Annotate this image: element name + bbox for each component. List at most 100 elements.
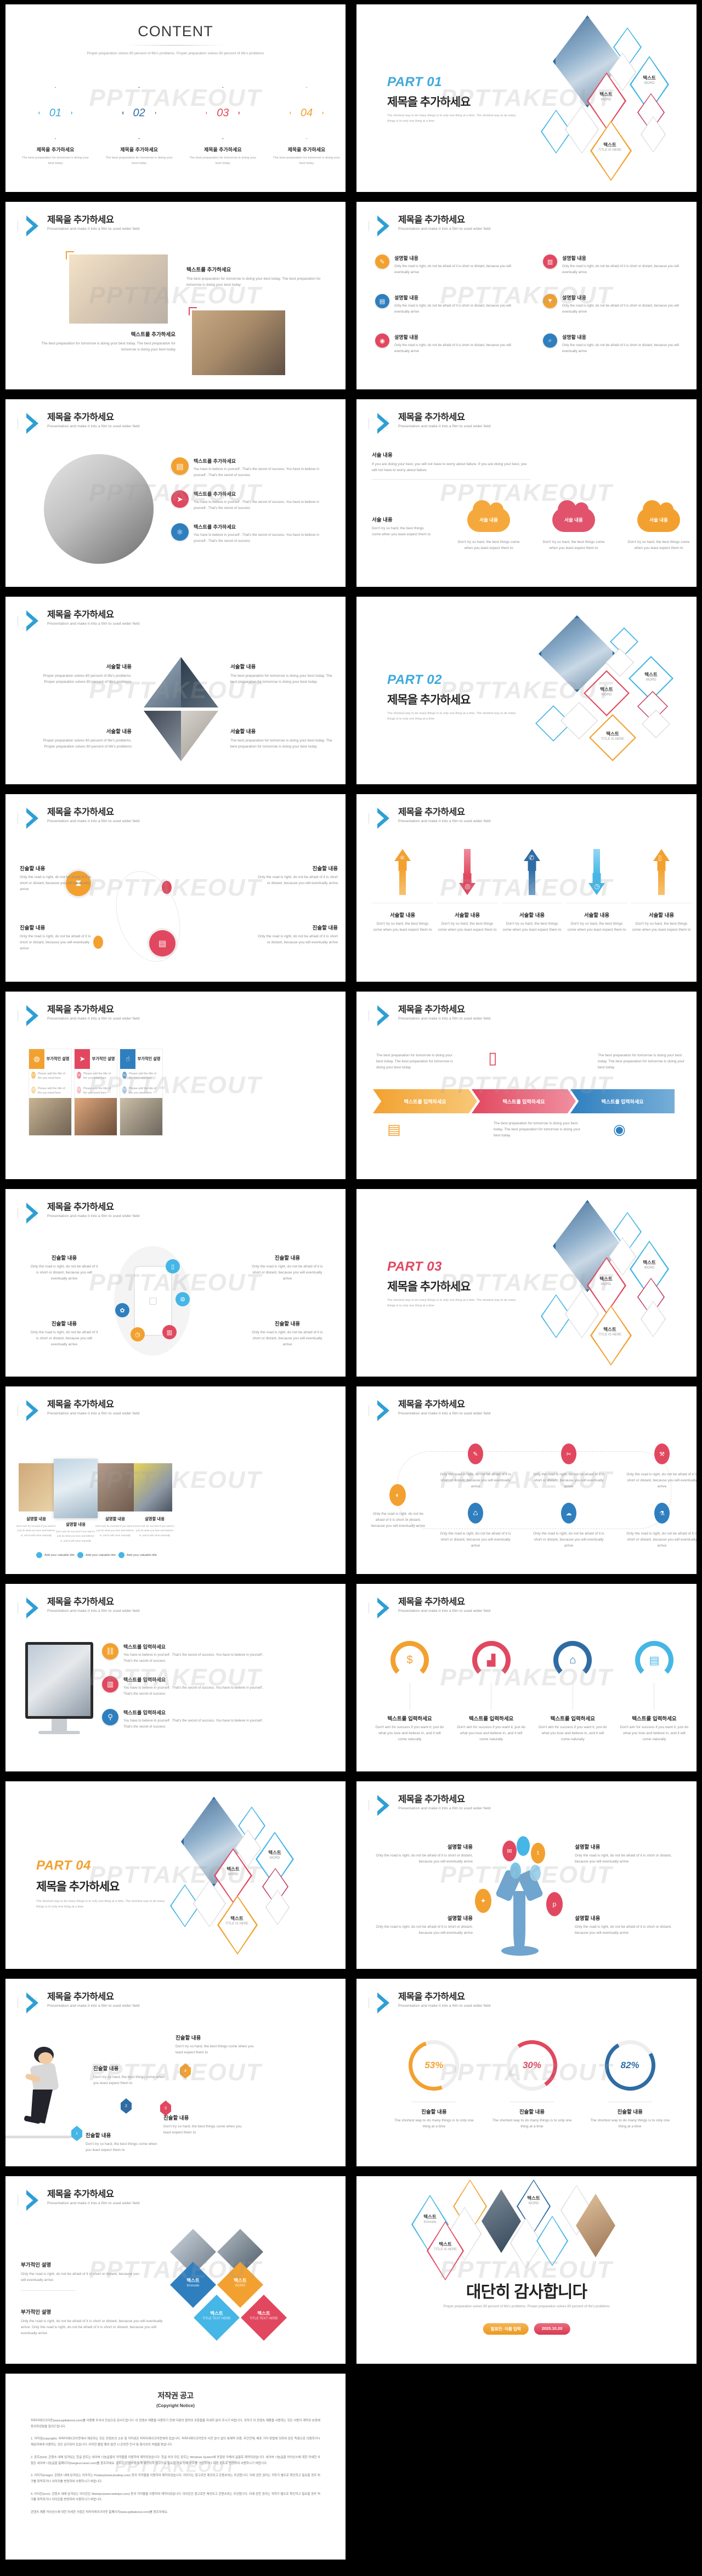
list-item[interactable]: ▤ 설명할 내용 Only the road is right, do not be… [375,294,521,315]
slide-cell-19[interactable]: PPTTAKEOUT PART 04 제목을 추가하세요 The shortes… [0,1777,351,1974]
link-item[interactable]: Add your valuable title [36,1552,75,1558]
slide-cell-4[interactable]: PPTTAKEOUT 제목을 추가하세요 Presentation and ma… [351,197,702,395]
text-block: 설명할 내용 Only the road is right, do not be … [575,1914,677,1937]
slide-cell-21[interactable]: PPTTAKEOUT 제목을 추가하세요 Presentation and mak… [0,1974,351,2172]
slide-cell-12[interactable]: PPTTAKEOUT 제목을 추가하세요 Presentation and mak… [351,987,702,1185]
list-item[interactable]: 02 제목을 추가하세요 The best preparation for to… [104,87,175,167]
text-block: 진술할 내용 Don't try so hard, the best things… [176,2034,258,2056]
date-badge[interactable]: 2020.10.20 [534,2323,570,2335]
diamond-label-text: 텍스트 [606,731,619,737]
gauge-heading: 진술할 내용 [617,2109,643,2115]
slide-cell-16[interactable]: PPTTAKEOUT 제목을 추가하세요 Presentation and mak… [351,1382,702,1579]
diamond-label: 텍스트 WORD [587,1276,625,1286]
list-item[interactable]: ⚛ 텍스트를 추가하세요 You have to believe in yourse… [171,523,330,544]
presenter-badge[interactable]: 발표인: 이름 입력 [483,2323,529,2335]
list-item[interactable]: 서술 내용 Don't try so hard, the best things… [538,500,609,552]
item-heading: 텍스트를 입력하세요 [123,1677,166,1683]
list-item[interactable]: ▥ 텍스트를 입력하세요 You have to believe in yourse… [102,1676,267,1697]
pin-icon: ⚲ [102,1709,118,1726]
slide-cell-18[interactable]: PPTTAKEOUT 제목을 추가하세요 Presentation and mak… [351,1579,702,1777]
banner[interactable]: 텍스트를 입력하세요 [570,1089,675,1113]
blank-area [356,2374,697,2560]
item-number: 01 [49,106,62,119]
timeline-node[interactable]: ⚒ Only the road is right, do not be afrai… [626,1443,697,1490]
list-item[interactable]: ⛓ 텍스트를 입력하세요 You have to believe in yourse… [102,1643,267,1664]
slide-cell-10[interactable]: PPTTAKEOUT 제목을 추가하세요 Presentation and mak… [351,790,702,987]
slide-cell-5[interactable]: PPTTAKEOUT 제목을 추가하세요 Presentation and ma… [0,395,351,592]
slide-cell-20[interactable]: PPTTAKEOUT 제목을 추가하세요 Presentation and mak… [351,1777,702,1974]
slide-clouds: PPTTAKEOUT 제목을 추가하세요 Presentation and ma… [356,399,697,587]
block-body: Don't try so hard, the best things come … [372,526,431,536]
list-item[interactable]: ⚛ 서술할 내용 Don't try so hard, the best thi… [372,849,433,933]
slide-cell-17[interactable]: PPTTAKEOUT 제목을 추가하세요 Presentation and mak… [0,1579,351,1777]
slide-subtitle: Presentation and make it into a film to … [47,424,140,429]
timeline-node[interactable]: ☁ Only the road is right, do not be afrai… [533,1503,604,1549]
slide-cell-24[interactable]: PPTTAKEOUT 텍스트 Innovate 텍스트 TITLE IS HERE … [351,2172,702,2369]
list-item[interactable]: ⌕ 설명할 내용 Only the road is right, do not be… [543,333,689,354]
slide-cell-6[interactable]: PPTTAKEOUT 제목을 추가하세요 Presentation and ma… [351,395,702,592]
slide-cell-8[interactable]: PPTTAKEOUT PART 02 제목을 추가하세요 The shortes… [351,592,702,790]
slide-cell-14[interactable]: PPTTAKEOUT PART 03 제목을 추가하세요 The shortes… [351,1185,702,1382]
list-item[interactable]: ▤ 텍스트를 추가하세요 You have to believe in yourse… [171,457,330,478]
gauge-item[interactable]: 30% 진술할 내용 The shortest way to do many t… [491,2036,573,2130]
item-heading: 텍스트를 입력하세요 [632,1716,677,1722]
chevron-icon [18,1991,42,2016]
slide-cell-15[interactable]: PPTTAKEOUT 제목을 추가하세요 Presentation and mak… [0,1382,351,1579]
timeline-top-row: ✎ Only the road is right, do not be afrai… [440,1443,697,1490]
timeline-node[interactable]: ✎ Only the road is right, do not be afrai… [440,1443,511,1490]
pill-row: 발표인: 이름 입력 2020.10.20 [483,2323,570,2335]
list-item[interactable]: ▤ 텍스트를 입력하세요 Don't aim for success if yo… [619,1641,690,1743]
list-item[interactable]: ⚲ 텍스트를 입력하세요 You have to believe in yourse… [102,1709,267,1730]
list-item[interactable]: ◎ 서술할 내용 Don't try so hard, the best thi… [437,849,498,933]
slide-cell-23[interactable]: PPTTAKEOUT 제목을 추가하세요 Presentation and mak… [0,2172,351,2369]
slide-cell-2[interactable]: PPTTAKEOUT PART 01 제목을 추가하세요 The shortes… [351,0,702,197]
card[interactable]: ☝ 부가적인 설명 01 Please add the title of the y… [120,1049,163,1136]
monitor-screen [28,1645,90,1716]
timeline-node[interactable]: ♺ Only the road is right, do not be afrai… [440,1503,511,1549]
list-item[interactable]: $ 텍스트를 입력하세요 Don't aim for success if yo… [374,1641,445,1743]
list-item[interactable]: ⌂ 텍스트를 입력하세요 Don't aim for success if yo… [537,1641,608,1743]
list-item[interactable]: 03 제목을 추가하세요 The best preparation for to… [187,87,258,167]
slide-cell-7[interactable]: PPTTAKEOUT 제목을 추가하세요 Presentation and ma… [0,592,351,790]
item-number: 04 [300,106,313,119]
list-item[interactable]: ▯ 서술할 내용 Don't try so hard, the best thi… [631,849,692,933]
slide-cell-22[interactable]: PPTTAKEOUT 제목을 추가하세요 Presentation and mak… [351,1974,702,2172]
gauge-item[interactable]: 82% 진술할 내용 The shortest way to do many t… [589,2034,671,2130]
list-item[interactable]: 서술 내용 Don't try so hard, the best things… [623,500,694,552]
card[interactable]: ◍ 부가적인 설명 01 Please add the title of the y… [29,1049,72,1136]
link-item[interactable]: Add your valuable title [118,1552,157,1558]
list-item[interactable]: ◉ 설명할 내용 Only the road is right, do not be… [375,333,521,354]
list-item[interactable]: 서술 내용 Don't try so hard, the best things… [453,500,524,552]
diamond-label-text: 텍스트 [603,1327,616,1332]
corner-accent [189,307,197,315]
slide-cell-9[interactable]: PPTTAKEOUT 제목을 추가하세요 Presentation and mak… [0,790,351,987]
diamond-label-text: 텍스트 [643,75,656,81]
slide-cell-13[interactable]: PPTTAKEOUT 제목을 추가하세요 Presentation and mak… [0,1185,351,1382]
list-item[interactable]: ◷ 서술할 내용 Don't try so hard, the best thi… [566,849,627,933]
list-item[interactable]: 04 제목을 추가하세요 The best preparation for to… [271,87,342,167]
badge: 01 [122,1072,127,1079]
slide-cell-3[interactable]: PPTTAKEOUT 제목을 추가하세요 Presentation and ma… [0,197,351,395]
link-item[interactable]: Add your valuable title [77,1552,116,1558]
slide-cell-1[interactable]: PPTTAKEOUT CONTENT Proper preparation so… [0,0,351,197]
card[interactable]: ➤ 부가적인 설명 01 Please add the title of the y… [74,1049,117,1136]
list-item[interactable]: 01 제목을 추가하세요 The best preparation for to… [20,87,91,167]
list-item[interactable]: ➤ 텍스트를 추가하세요 You have to believe in yourse… [171,490,330,511]
banner[interactable]: 텍스트를 입력하세요 [373,1089,477,1113]
diamond-label-word: TITLE IS HERE [225,1922,248,1926]
gauge-item[interactable]: 53% 진술할 내용 The shortest way to do many t… [393,2031,475,2130]
step-marker: 2 [121,2098,132,2114]
list-item[interactable]: ✎ 설명할 내용 Only the road is right, do not be… [375,254,521,275]
slide-title: 제목을 추가하세요 [398,807,465,817]
list-item[interactable]: ▼ 설명할 내용 Only the road is right, do not be… [543,294,689,315]
list-item[interactable]: ▟ 텍스트를 입력하세요 Don't aim for success if yo… [456,1641,527,1743]
list-item[interactable]: ▥ 설명할 내용 Only the road is right, do not be… [543,254,689,275]
slide-cell-11[interactable]: PPTTAKEOUT 제목을 추가하세요 Presentation and mak… [0,987,351,1185]
timeline-node[interactable]: ✂ Only the road is right, do not be afrai… [533,1443,604,1490]
part-description: The shortest way to do many things is to… [387,1299,516,1308]
banner[interactable]: 텍스트를 입력하세요 [472,1089,576,1113]
atom-icon: ⚛ [171,523,189,541]
timeline-node[interactable]: ⚗ Only the road is right, do not be afrai… [626,1503,697,1549]
slide-header: 제목을 추가하세요 Presentation and make it into a… [18,1399,139,1424]
list-item[interactable]: ✆ 서술할 내용 Don't try so hard, the best thi… [501,849,563,933]
